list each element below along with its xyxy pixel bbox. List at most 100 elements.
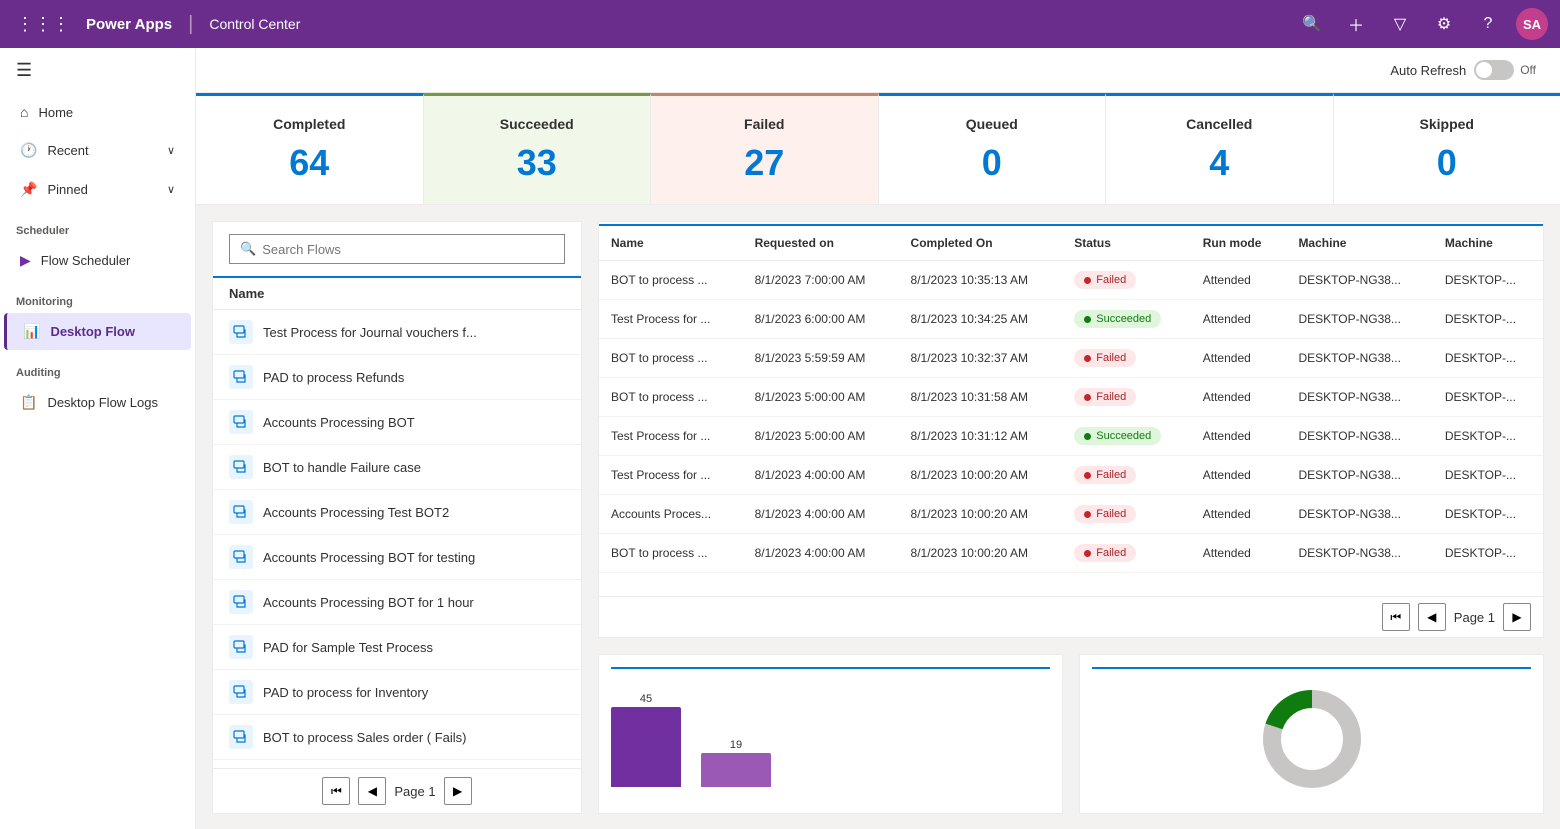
next-page-button[interactable]: ▶ — [444, 777, 472, 805]
stats-row: Completed 64 Succeeded 33 Failed 27 Queu… — [196, 93, 1560, 205]
topbar: ⋮⋮⋮ Power Apps | Control Center 🔍 ＋ ▽ ⚙ … — [0, 0, 1560, 48]
table-first-page-button[interactable]: ⏮ — [1382, 603, 1410, 631]
cell-machine2: DESKTOP-... — [1433, 339, 1543, 378]
status-badge: Failed — [1074, 271, 1136, 289]
table-row[interactable]: Test Process for ... 8/1/2023 6:00:00 AM… — [599, 300, 1543, 339]
sidebar-item-pinned[interactable]: 📌 Pinned ∨ — [4, 171, 191, 208]
stat-card-skipped[interactable]: Skipped 0 — [1334, 93, 1560, 204]
stat-card-succeeded[interactable]: Succeeded 33 — [424, 93, 652, 204]
flow-list-item[interactable]: BOT to handle Failure case — [213, 445, 581, 490]
stat-card-cancelled[interactable]: Cancelled 4 — [1106, 93, 1334, 204]
col-machine1: Machine — [1286, 226, 1432, 261]
col-requested: Requested on — [743, 226, 899, 261]
cell-completed: 8/1/2023 10:00:20 AM — [899, 534, 1063, 573]
cell-requested: 8/1/2023 7:00:00 AM — [743, 261, 899, 300]
content-area: 🔍 Name Test Process for Journal vouchers… — [196, 205, 1560, 829]
search-input[interactable] — [262, 242, 554, 257]
status-dot — [1084, 277, 1091, 284]
prev-page-button[interactable]: ◀ — [358, 777, 386, 805]
chevron-down-icon: ∨ — [167, 183, 175, 196]
sidebar-item-recent[interactable]: 🕐 Recent ∨ — [4, 132, 191, 169]
cell-runmode: Attended — [1191, 300, 1287, 339]
col-status: Status — [1062, 226, 1191, 261]
cell-runmode: Attended — [1191, 261, 1287, 300]
cell-completed: 8/1/2023 10:31:58 AM — [899, 378, 1063, 417]
status-badge: Failed — [1074, 388, 1136, 406]
topbar-title: Control Center — [209, 16, 300, 32]
flow-item-name: Accounts Processing BOT — [263, 415, 415, 430]
main-content: Auto Refresh Off Completed 64 Succeeded … — [196, 48, 1560, 829]
cell-completed: 8/1/2023 10:35:13 AM — [899, 261, 1063, 300]
sidebar-item-desktop-flow[interactable]: 📊 Desktop Flow — [4, 313, 191, 350]
table-prev-page-button[interactable]: ◀ — [1418, 603, 1446, 631]
table-row[interactable]: BOT to process ... 8/1/2023 5:59:59 AM 8… — [599, 339, 1543, 378]
flow-list: Test Process for Journal vouchers f... P… — [213, 310, 581, 768]
bar1-label: 45 — [640, 693, 652, 705]
stat-value-completed: 64 — [220, 142, 399, 184]
stat-value-succeeded: 33 — [448, 142, 627, 184]
table-row[interactable]: Test Process for ... 8/1/2023 5:00:00 AM… — [599, 417, 1543, 456]
flow-item-name: BOT to handle Failure case — [263, 460, 421, 475]
table-row[interactable]: Test Process for ... 8/1/2023 4:00:00 AM… — [599, 456, 1543, 495]
search-box[interactable]: 🔍 — [229, 234, 565, 264]
cell-requested: 8/1/2023 5:59:59 AM — [743, 339, 899, 378]
cell-runmode: Attended — [1191, 417, 1287, 456]
flow-list-item[interactable]: Accounts Processing BOT — [213, 400, 581, 445]
table-row[interactable]: Accounts Proces... 8/1/2023 4:00:00 AM 8… — [599, 495, 1543, 534]
cell-machine2: DESKTOP-... — [1433, 417, 1543, 456]
filter-icon[interactable]: ▽ — [1384, 8, 1416, 40]
stat-label-skipped: Skipped — [1358, 116, 1537, 132]
stat-card-queued[interactable]: Queued 0 — [879, 93, 1107, 204]
flow-item-name: PAD to process for Inventory — [263, 685, 428, 700]
flow-list-item[interactable]: Accounts Processing BOT for 1 hour — [213, 580, 581, 625]
sidebar-item-flow-scheduler[interactable]: ▶ Flow Scheduler — [4, 242, 191, 279]
logs-icon: 📋 — [20, 394, 37, 411]
apps-grid-icon[interactable]: ⋮⋮⋮ — [12, 10, 74, 39]
flow-item-name: BOT to process Sales order ( Fails) — [263, 730, 467, 745]
settings-icon[interactable]: ⚙ — [1428, 8, 1460, 40]
flow-list-item[interactable]: PAD to process for Inventory — [213, 670, 581, 715]
sidebar-item-desktop-flow-logs[interactable]: 📋 Desktop Flow Logs — [4, 384, 191, 421]
col-name: Name — [599, 226, 743, 261]
cell-machine1: DESKTOP-NG38... — [1286, 417, 1432, 456]
flow-item-icon — [229, 545, 253, 569]
flow-list-item[interactable]: Accounts Processing BOT for testing — [213, 535, 581, 580]
flow-list-item[interactable]: PAD to process Refunds — [213, 355, 581, 400]
toggle-knob — [1476, 62, 1492, 78]
flow-item-name: Accounts Processing Test BOT2 — [263, 505, 449, 520]
help-icon[interactable]: ? — [1472, 8, 1504, 40]
table-row[interactable]: BOT to process ... 8/1/2023 5:00:00 AM 8… — [599, 378, 1543, 417]
flow-item-icon — [229, 500, 253, 524]
first-page-button[interactable]: ⏮ — [322, 777, 350, 805]
flow-list-item[interactable]: PAD for Sample Test Process — [213, 625, 581, 670]
flow-list-item[interactable]: PAD to process Forms Submissions — [213, 760, 581, 768]
flow-item-icon — [229, 455, 253, 479]
stat-card-failed[interactable]: Failed 27 — [651, 93, 879, 204]
sidebar-item-home[interactable]: ⌂ Home — [4, 94, 191, 130]
table-row[interactable]: BOT to process ... 8/1/2023 7:00:00 AM 8… — [599, 261, 1543, 300]
hamburger-menu[interactable]: ☰ — [0, 48, 195, 93]
stat-card-completed[interactable]: Completed 64 — [196, 93, 424, 204]
table-row[interactable]: BOT to process ... 8/1/2023 4:00:00 AM 8… — [599, 534, 1543, 573]
bar-chart-panel: 45 19 — [598, 654, 1063, 814]
right-panel: Name Requested on Completed On Status Ru… — [598, 221, 1544, 814]
flow-list-header: Name — [213, 278, 581, 310]
flow-list-item[interactable]: BOT to process Sales order ( Fails) — [213, 715, 581, 760]
cell-machine2: DESKTOP-... — [1433, 534, 1543, 573]
plus-icon[interactable]: ＋ — [1340, 8, 1372, 40]
table-page-label: Page 1 — [1454, 610, 1495, 625]
flow-list-item[interactable]: Accounts Processing Test BOT2 — [213, 490, 581, 535]
cell-name: Test Process for ... — [599, 300, 743, 339]
cell-status: Failed — [1062, 378, 1191, 417]
bar1 — [611, 707, 681, 787]
sidebar-item-label: Desktop Flow Logs — [47, 395, 158, 410]
cell-machine1: DESKTOP-NG38... — [1286, 378, 1432, 417]
search-icon[interactable]: 🔍 — [1296, 8, 1328, 40]
topbar-separator: | — [188, 13, 193, 36]
flow-list-item[interactable]: Test Process for Journal vouchers f... — [213, 310, 581, 355]
table-next-page-button[interactable]: ▶ — [1503, 603, 1531, 631]
table-panel: Name Requested on Completed On Status Ru… — [598, 221, 1544, 638]
user-avatar[interactable]: SA — [1516, 8, 1548, 40]
auto-refresh-toggle[interactable] — [1474, 60, 1514, 80]
stat-value-skipped: 0 — [1358, 142, 1537, 184]
